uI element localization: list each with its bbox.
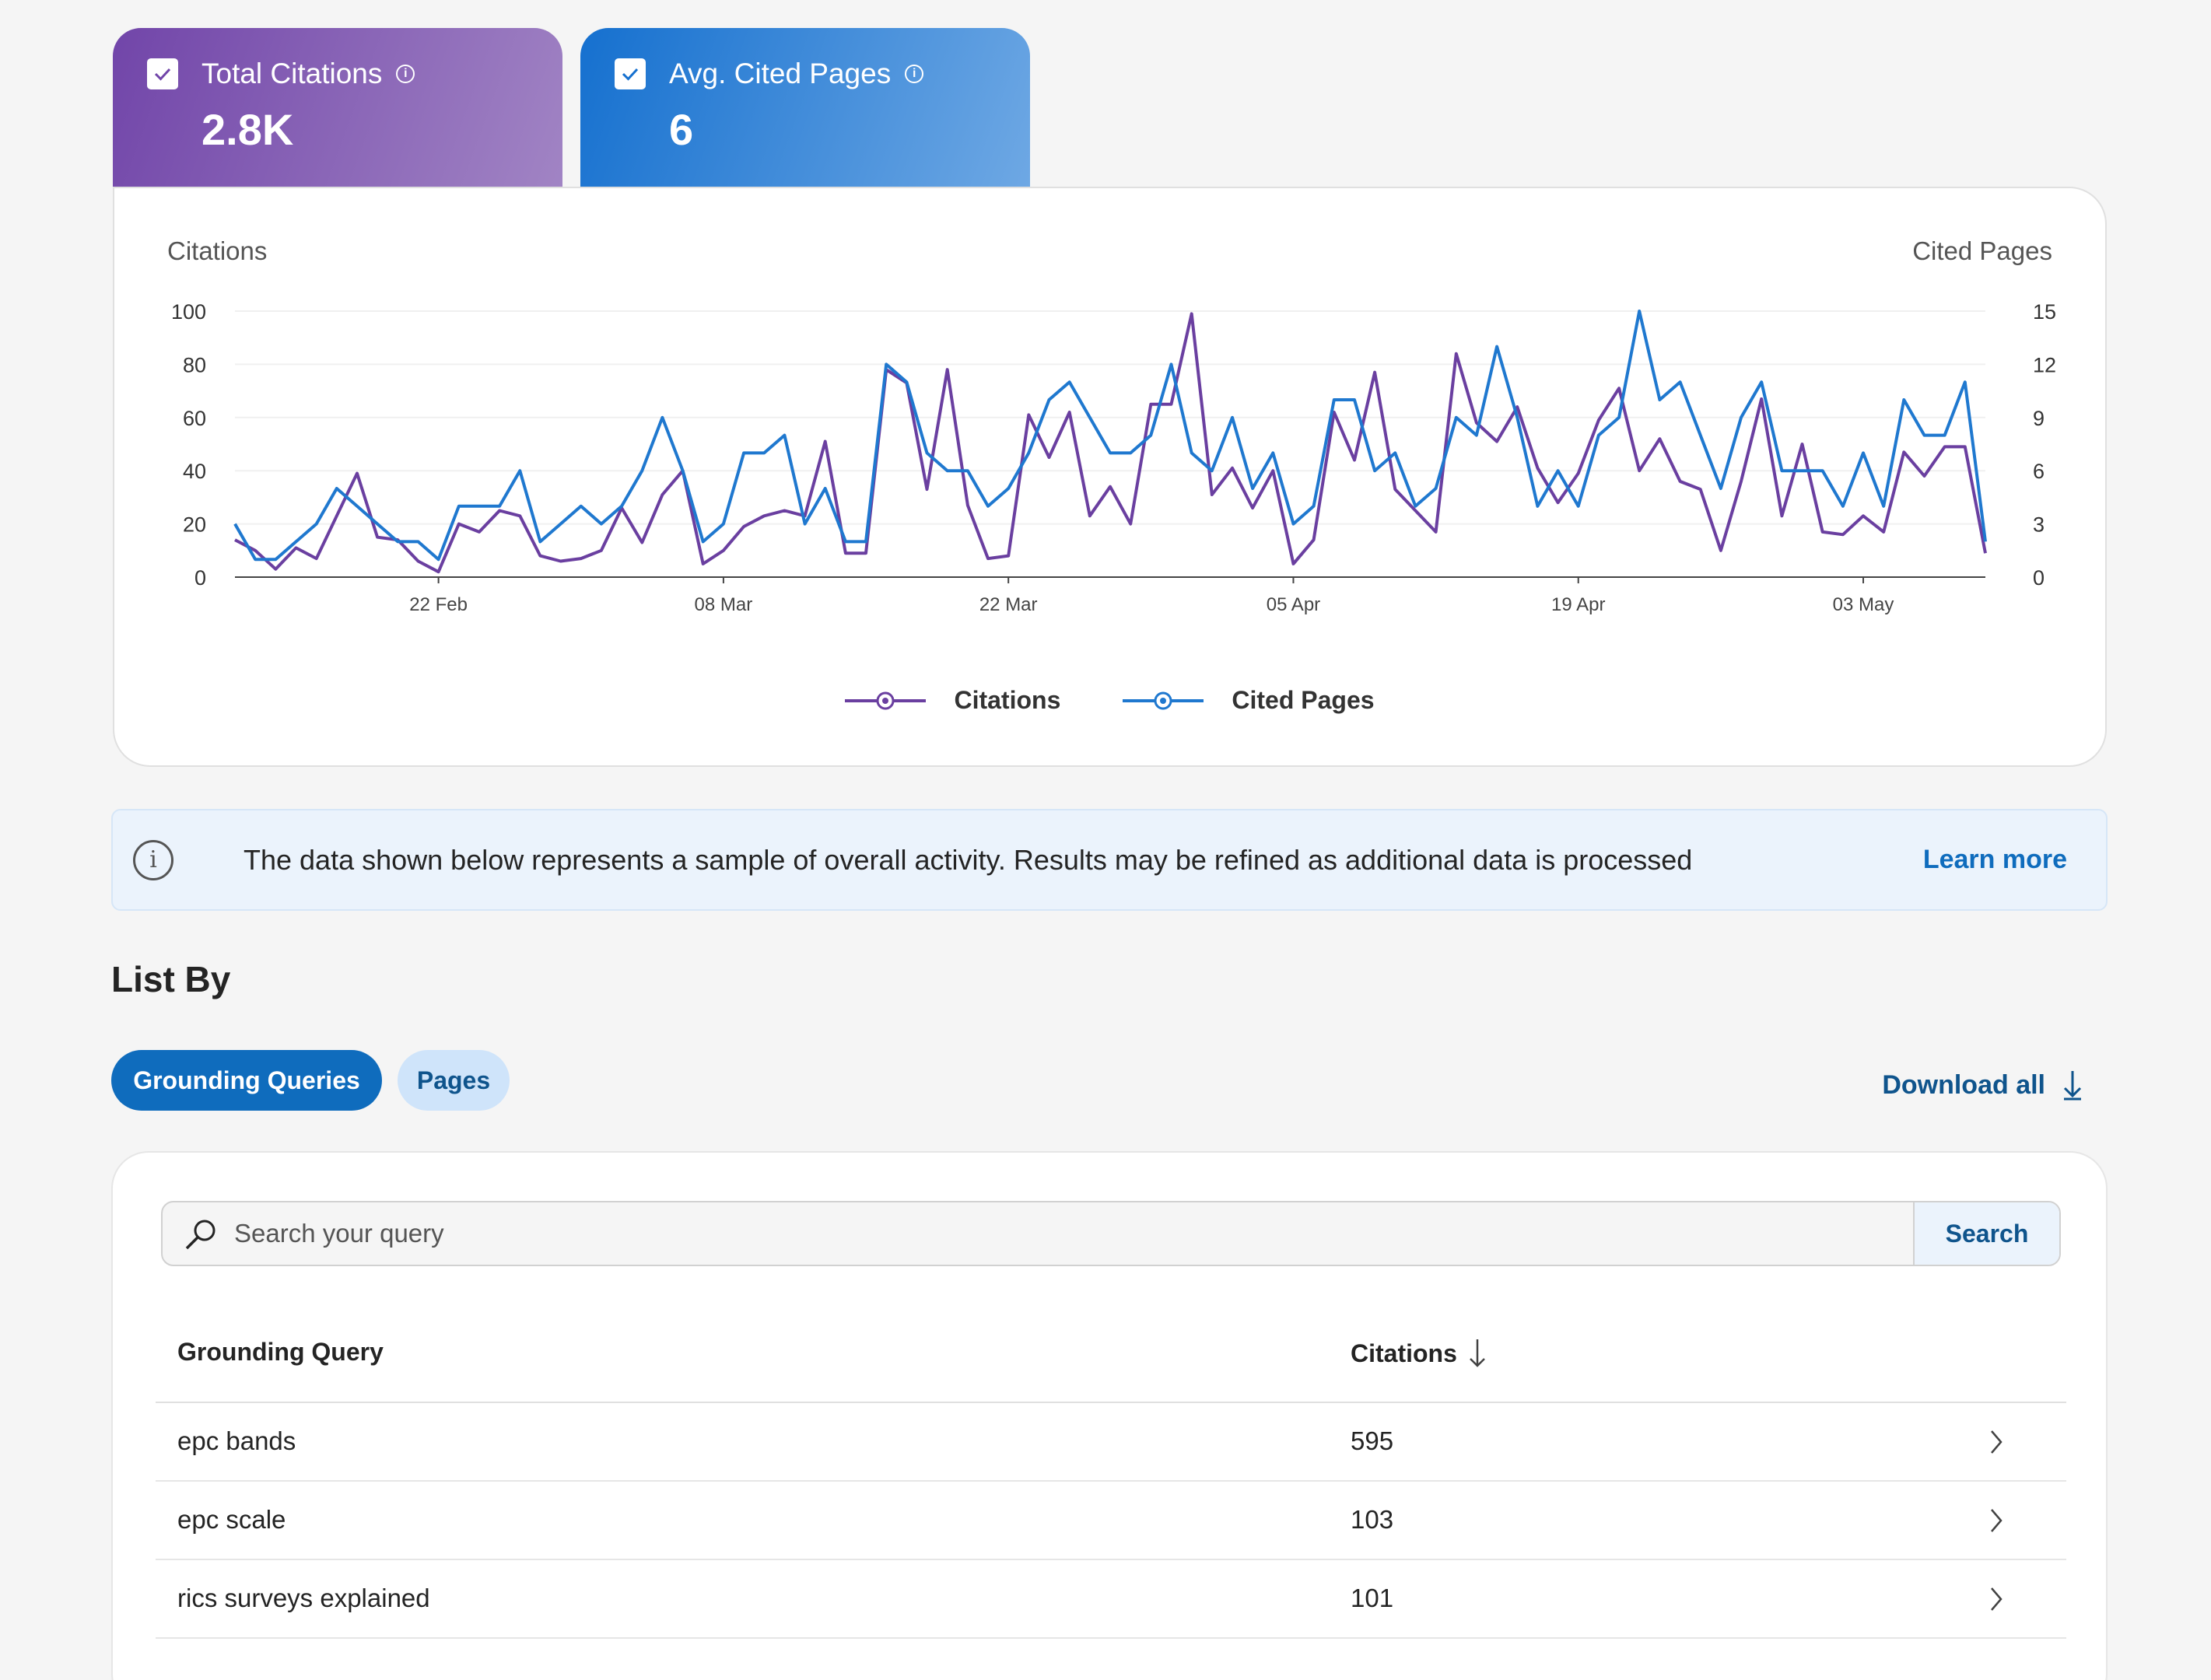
series-line-citations <box>234 312 1987 574</box>
search-bar: Search <box>161 1201 2061 1266</box>
table-header: Grounding Query Citations <box>156 1293 2066 1403</box>
y-right-tick-label: 12 <box>2033 353 2056 376</box>
kpi-header: Avg. Cited Pages i <box>615 58 1030 90</box>
table-row[interactable]: epc bands 595 <box>156 1403 2066 1482</box>
y-right-tick-label: 0 <box>2033 566 2045 590</box>
checkbox-avg-cited-pages[interactable] <box>615 58 646 89</box>
kpi-value: 2.8K <box>201 105 294 154</box>
column-header-query[interactable]: Grounding Query <box>177 1338 384 1367</box>
y-left-tick-label: 100 <box>171 300 206 324</box>
list-by-heading: List By <box>111 959 231 999</box>
row-citations: 103 <box>1351 1505 1394 1534</box>
y-left-tick-label: 80 <box>183 353 206 376</box>
column-header-label: Citations <box>1351 1339 1457 1367</box>
kpi-value: 6 <box>669 105 694 154</box>
kpi-label: Avg. Cited Pages <box>669 58 892 89</box>
info-icon[interactable]: i <box>396 65 415 83</box>
check-icon <box>622 68 639 81</box>
chevron-right-icon[interactable] <box>1987 1428 2006 1456</box>
kpi-label: Total Citations <box>201 58 383 89</box>
table-card: Search Grounding Query Citations epc ban… <box>111 1151 2108 1680</box>
chevron-right-icon[interactable] <box>1987 1585 2006 1613</box>
x-tick-label: 08 Mar <box>695 594 753 615</box>
y-left-tick-label: 0 <box>194 566 206 590</box>
x-tick-label: 05 Apr <box>1267 594 1320 615</box>
y-left-tick-label: 60 <box>183 407 206 430</box>
info-circle-icon: i <box>133 839 173 880</box>
chevron-right-icon[interactable] <box>1987 1507 2006 1535</box>
download-label: Download all <box>1882 1069 2045 1100</box>
legend-item-citations[interactable]: Citations <box>845 686 1060 715</box>
info-banner: i The data shown below represents a samp… <box>111 809 2108 911</box>
tab-pages[interactable]: Pages <box>398 1050 510 1111</box>
arrow-down-icon <box>2063 1071 2082 1101</box>
x-tick-label: 22 Feb <box>409 594 468 615</box>
row-citations: 595 <box>1351 1426 1394 1455</box>
y-left-tick-label: 40 <box>183 460 206 483</box>
column-header-label: Grounding Query <box>177 1338 384 1366</box>
y-right-tick-label: 6 <box>2033 460 2045 483</box>
check-icon <box>154 68 171 81</box>
row-citations: 101 <box>1351 1584 1394 1612</box>
search-input[interactable] <box>234 1202 1868 1265</box>
chart-legend: Citations Cited Pages <box>114 686 2105 715</box>
legend-label: Cited Pages <box>1232 686 1375 714</box>
table-row[interactable]: rics surveys explained 101 <box>156 1560 2066 1639</box>
chart-card: Citations Cited Pages 0 0 20 3 40 6 60 9 80 12 100… <box>113 187 2107 767</box>
download-all-button[interactable]: Download all <box>1882 1069 2083 1101</box>
row-query: rics surveys explained <box>177 1584 430 1612</box>
tab-grounding-queries[interactable]: Grounding Queries <box>111 1050 382 1111</box>
page: Total Citations i 2.8K Avg. Cited Pages … <box>0 0 2211 1680</box>
legend-item-cited-pages[interactable]: Cited Pages <box>1123 686 1375 715</box>
x-tick-label: 19 Apr <box>1551 594 1605 615</box>
banner-message: The data shown below represents a sample… <box>244 843 1693 876</box>
series-line-cited-pages <box>233 310 1987 562</box>
legend-line-icon <box>1123 691 1204 709</box>
y-left-tick-label: 20 <box>183 513 206 537</box>
line-chart[interactable]: 0 0 20 3 40 6 60 9 80 12 100 15 22 Feb 08 Mar 22 Mar 05… <box>114 188 2108 686</box>
row-query: epc bands <box>177 1426 296 1455</box>
y-right-tick-label: 9 <box>2033 407 2045 430</box>
kpi-avg-cited-pages[interactable]: Avg. Cited Pages i 6 <box>580 28 1030 187</box>
kpi-total-citations[interactable]: Total Citations i 2.8K <box>113 28 562 187</box>
y-right-tick-label: 3 <box>2033 513 2045 537</box>
search-button[interactable]: Search <box>1913 1202 2059 1265</box>
kpi-header: Total Citations i <box>147 58 562 90</box>
table-row[interactable]: epc scale 103 <box>156 1482 2066 1560</box>
x-tick-label: 22 Mar <box>979 594 1038 615</box>
info-icon[interactable]: i <box>905 65 924 83</box>
legend-label: Citations <box>954 686 1061 714</box>
search-icon <box>183 1216 219 1256</box>
legend-line-icon <box>845 691 927 709</box>
sort-descending-icon <box>1470 1339 1485 1367</box>
column-header-citations[interactable]: Citations <box>1351 1338 1487 1369</box>
row-query: epc scale <box>177 1505 286 1534</box>
learn-more-link[interactable]: Learn more <box>1923 845 2067 875</box>
x-tick-label: 03 May <box>1833 594 1894 615</box>
checkbox-total-citations[interactable] <box>147 58 178 89</box>
y-right-tick-label: 15 <box>2033 300 2056 324</box>
